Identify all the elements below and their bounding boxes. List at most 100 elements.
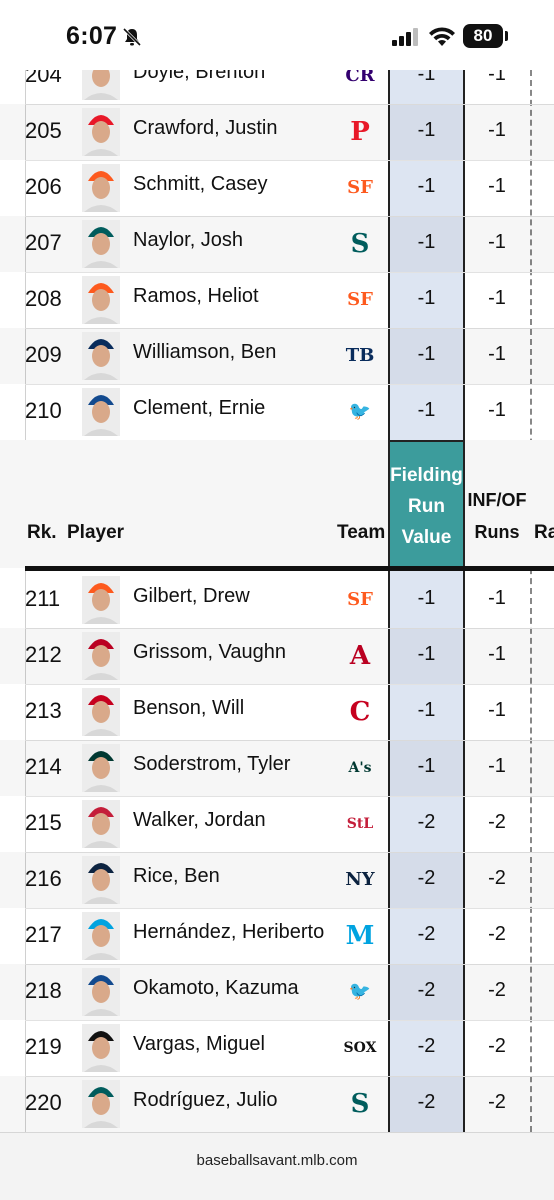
player-name-link[interactable]: Ramos, Heliot [133, 285, 259, 308]
player-name-link[interactable]: Williamson, Ben [133, 341, 276, 364]
player-name-link[interactable]: Rice, Ben [133, 865, 220, 888]
player-name-link[interactable]: Okamoto, Kazuma [133, 977, 299, 1000]
player-headshot-icon[interactable] [82, 388, 120, 436]
player-name-link[interactable]: Vargas, Miguel [133, 1033, 265, 1056]
player-headshot-icon[interactable] [82, 576, 120, 624]
table-row[interactable]: 218 Okamoto, Kazuma 🐦 -2 -2 [0, 964, 554, 1020]
fielding-run-value-cell: -2 [417, 811, 436, 833]
inf-of-runs-cell: -1 [488, 287, 506, 309]
table-row[interactable]: 211 Gilbert, Drew SF -1 -1 [0, 572, 554, 628]
rank-cell: 217 [25, 922, 62, 947]
yankees-logo[interactable]: NY [343, 864, 377, 896]
giants-logo[interactable]: SF [343, 284, 377, 316]
bluejays-logo[interactable]: 🐦 [343, 976, 377, 1008]
rank-cell: 206 [25, 174, 62, 199]
table-row[interactable]: 216 Rice, Ben NY -2 -2 [0, 852, 554, 908]
table-row[interactable]: 204 Doyle, Brenton CR -1 -1 [0, 70, 554, 104]
reds-logo[interactable]: C [343, 696, 377, 728]
player-name-link[interactable]: Soderstrom, Tyler [133, 753, 290, 776]
inf-of-runs-cell: -2 [488, 923, 506, 945]
header-rank[interactable]: Rk. [27, 522, 57, 544]
player-headshot-icon[interactable] [82, 108, 120, 156]
browser-url-bar[interactable]: baseballsavant.mlb.com [0, 1132, 554, 1200]
battery-indicator: 80 [463, 24, 503, 48]
header-inf-line2: Runs [474, 522, 520, 542]
player-headshot-icon[interactable] [82, 912, 120, 960]
player-headshot-icon[interactable] [82, 800, 120, 848]
table-row[interactable]: 210 Clement, Ernie 🐦 -1 -1 [0, 384, 554, 440]
table-row[interactable]: 206 Schmitt, Casey SF -1 -1 [0, 160, 554, 216]
player-headshot-icon[interactable] [82, 220, 120, 268]
cardinals-logo[interactable]: StL [343, 808, 377, 840]
table-row[interactable]: 209 Williamson, Ben TB -1 -1 [0, 328, 554, 384]
fielding-run-value-cell: -2 [417, 1035, 436, 1057]
player-name-link[interactable]: Grissom, Vaughn [133, 641, 286, 664]
fielding-run-value-cell: -1 [417, 643, 436, 665]
fielding-run-value-cell: -1 [417, 119, 436, 141]
player-headshot-icon[interactable] [82, 744, 120, 792]
table-row[interactable]: 214 Soderstrom, Tyler A's -1 -1 [0, 740, 554, 796]
player-headshot-icon[interactable] [82, 70, 120, 100]
player-headshot-icon[interactable] [82, 1024, 120, 1072]
table-row[interactable]: 213 Benson, Will C -1 -1 [0, 684, 554, 740]
rank-cell: 218 [25, 978, 62, 1003]
header-next-column[interactable]: Ra [534, 522, 554, 544]
inf-of-runs-cell: -1 [488, 755, 506, 777]
url-text[interactable]: baseballsavant.mlb.com [0, 1152, 554, 1169]
mariners-logo[interactable]: S [343, 228, 377, 260]
fielding-run-value-cell: -1 [417, 231, 436, 253]
fielding-run-value-cell: -1 [417, 399, 436, 421]
player-headshot-icon[interactable] [82, 276, 120, 324]
fielding-run-value-cell: -1 [417, 699, 436, 721]
rank-cell: 213 [25, 698, 62, 723]
player-name-link[interactable]: Hernández, Heriberto [133, 921, 324, 944]
player-name-link[interactable]: Rodríguez, Julio [133, 1089, 278, 1112]
battery-tip [505, 31, 508, 41]
giants-logo[interactable]: SF [343, 172, 377, 204]
giants-logo[interactable]: SF [343, 584, 377, 616]
table-row[interactable]: 207 Naylor, Josh S -1 -1 [0, 216, 554, 272]
fielding-run-value-cell: -2 [417, 923, 436, 945]
player-headshot-icon[interactable] [82, 1080, 120, 1128]
bluejays-logo[interactable]: 🐦 [343, 396, 377, 428]
header-inf-of-runs[interactable]: INF/OF Runs [466, 484, 528, 548]
table-row[interactable]: 208 Ramos, Heliot SF -1 -1 [0, 272, 554, 328]
fielding-run-value-cell: -1 [417, 755, 436, 777]
player-headshot-icon[interactable] [82, 332, 120, 380]
player-name-link[interactable]: Gilbert, Drew [133, 585, 250, 608]
player-headshot-icon[interactable] [82, 856, 120, 904]
fielding-run-value-cell: -1 [417, 343, 436, 365]
angels-logo[interactable]: A [343, 640, 377, 672]
rockies-logo[interactable]: CR [343, 70, 377, 92]
player-headshot-icon[interactable] [82, 688, 120, 736]
player-name-link[interactable]: Schmitt, Casey [133, 173, 267, 196]
fielding-run-value-cell: -2 [417, 1091, 436, 1113]
player-name-link[interactable]: Crawford, Justin [133, 117, 278, 140]
marlins-logo[interactable]: M [343, 920, 377, 952]
header-team[interactable]: Team [337, 522, 385, 544]
table-row[interactable]: 219 Vargas, Miguel SOX -2 -2 [0, 1020, 554, 1076]
player-headshot-icon[interactable] [82, 968, 120, 1016]
athletics-logo[interactable]: A's [343, 752, 377, 784]
player-headshot-icon[interactable] [82, 164, 120, 212]
phillies-logo[interactable]: P [343, 116, 377, 148]
header-frv-line1: Fielding [390, 465, 463, 486]
bell-slash-icon [122, 27, 142, 47]
table-row[interactable]: 212 Grissom, Vaughn A -1 -1 [0, 628, 554, 684]
table-row[interactable]: 217 Hernández, Heriberto M -2 -2 [0, 908, 554, 964]
header-player[interactable]: Player [67, 522, 124, 544]
header-fielding-run-value[interactable]: Fielding Run Value [388, 440, 465, 568]
player-name-link[interactable]: Benson, Will [133, 697, 244, 720]
mariners-logo[interactable]: S [343, 1088, 377, 1120]
table-row[interactable]: 205 Crawford, Justin P -1 -1 [0, 104, 554, 160]
table-row[interactable]: 220 Rodríguez, Julio S -2 -2 [0, 1076, 554, 1132]
player-headshot-icon[interactable] [82, 632, 120, 680]
inf-of-runs-cell: -1 [488, 119, 506, 141]
whitesox-logo[interactable]: SOX [343, 1032, 377, 1064]
rays-logo[interactable]: TB [343, 340, 377, 372]
player-name-link[interactable]: Clement, Ernie [133, 397, 265, 420]
player-name-link[interactable]: Doyle, Brenton [133, 70, 265, 84]
player-name-link[interactable]: Walker, Jordan [133, 809, 266, 832]
table-row[interactable]: 215 Walker, Jordan StL -2 -2 [0, 796, 554, 852]
player-name-link[interactable]: Naylor, Josh [133, 229, 243, 252]
